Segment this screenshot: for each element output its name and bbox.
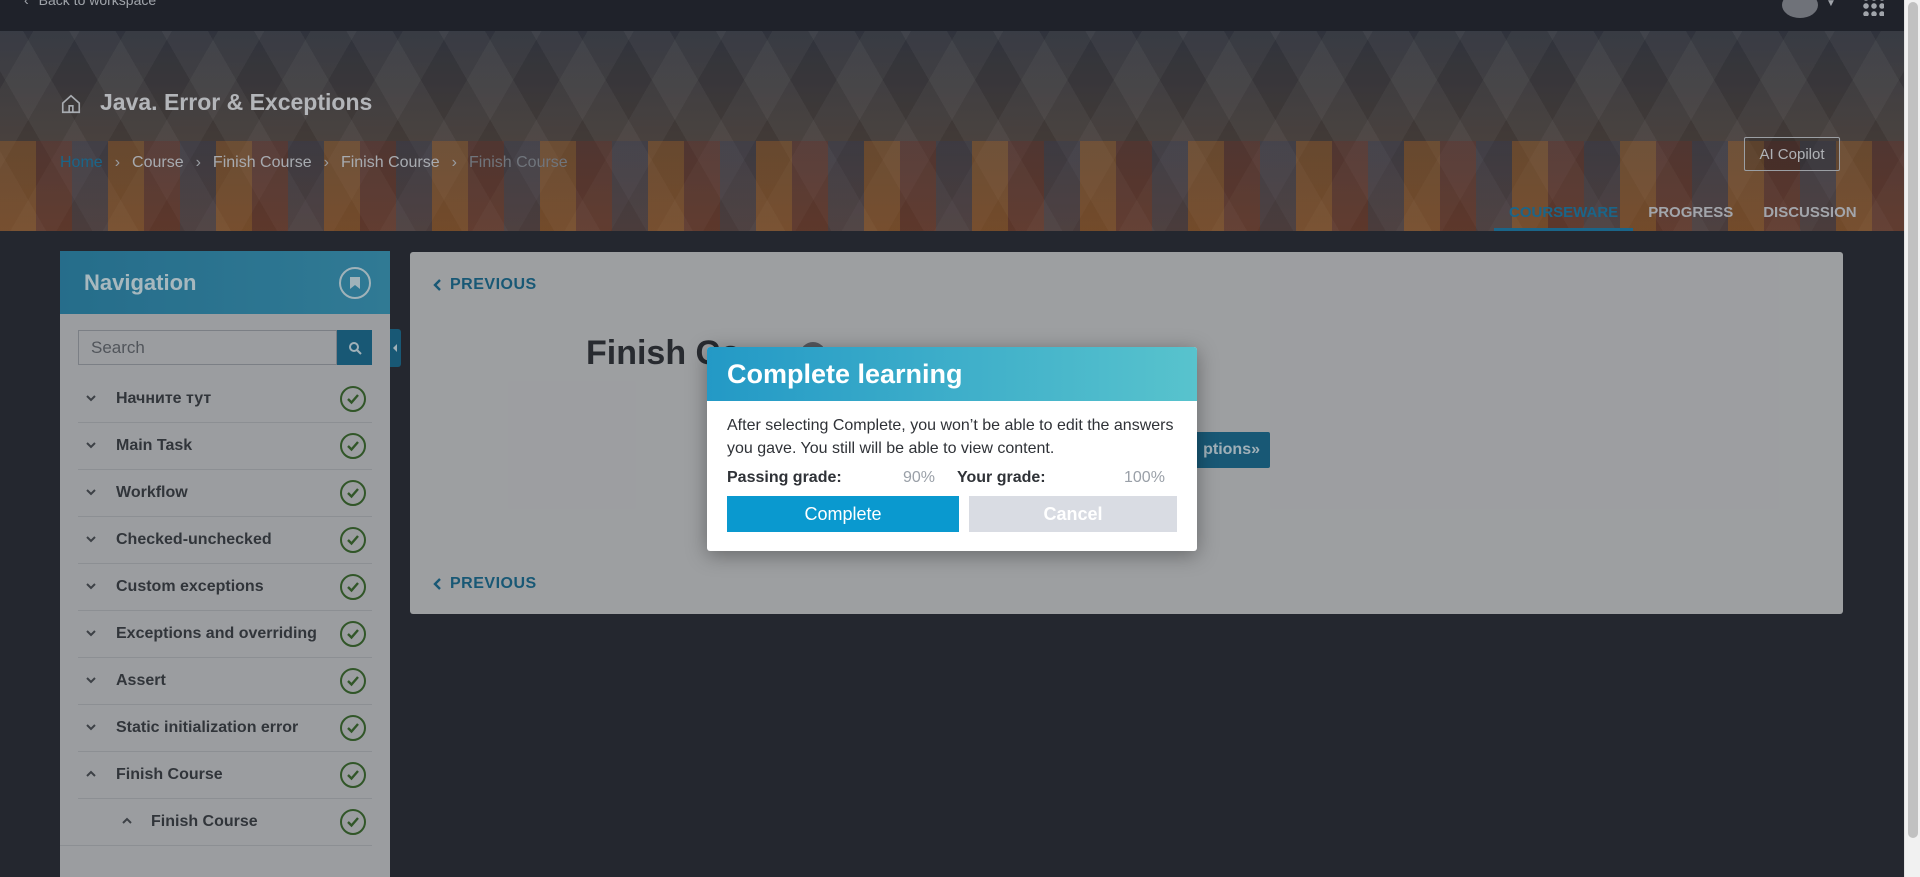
tab-courseware[interactable]: COURSEWARE [1494, 203, 1634, 231]
chevron-right-icon: › [114, 154, 121, 171]
check-circle-icon [340, 480, 366, 506]
breadcrumb-section[interactable]: Finish Course [213, 154, 312, 172]
chevron-right-icon: › [451, 154, 457, 171]
nav-item-label: Finish Course [116, 766, 223, 783]
caret-left-icon [393, 344, 397, 352]
check-circle-icon [340, 574, 366, 600]
nav-list: Начните тут Main Task Workflow Checked-u… [60, 376, 390, 846]
dialog-message: After selecting Complete, you won’t be a… [727, 417, 1174, 457]
breadcrumb-home-link[interactable]: Home [60, 154, 103, 172]
your-grade-label: Your grade: [957, 469, 1046, 486]
ai-copilot-button[interactable]: AI Copilot [1744, 137, 1840, 171]
bookmark-icon [350, 277, 360, 289]
sidebar-search [78, 330, 372, 365]
nav-item-label: Exceptions and overriding [116, 625, 317, 642]
passing-grade-value: 90% [903, 469, 936, 486]
chevron-down-icon[interactable]: ▼ [1826, 0, 1836, 9]
sidebar-title: Navigation [84, 270, 197, 295]
breadcrumb-current: Finish Course [468, 154, 568, 171]
chevron-up-icon[interactable] [84, 767, 98, 781]
avatar[interactable] [1782, 0, 1818, 18]
nav-item-label: Workflow [116, 484, 188, 501]
course-title: Java. Error & Exceptions [100, 89, 373, 115]
chevron-down-icon[interactable] [84, 532, 98, 546]
chevron-down-icon[interactable] [84, 579, 98, 593]
dialog-header: Complete learning [707, 347, 1197, 401]
previous-button-bottom[interactable]: PREVIOUS [432, 575, 537, 593]
dialog-title: Complete learning [727, 359, 963, 389]
nav-item-label: Начните тут [116, 390, 212, 407]
nav-item[interactable]: Checked-unchecked [78, 517, 372, 564]
previous-button-top[interactable]: PREVIOUS [432, 276, 537, 294]
passing-grade-label: Passing grade: [727, 469, 842, 486]
chevron-right-icon: › [323, 154, 329, 171]
nav-item[interactable]: Finish Course [78, 752, 372, 799]
check-circle-icon [340, 715, 366, 741]
previous-label: PREVIOUS [450, 276, 537, 293]
chevron-right-icon: › [195, 154, 201, 171]
chevron-down-icon[interactable] [84, 485, 98, 499]
chevron-down-icon[interactable] [84, 720, 98, 734]
nav-subitem[interactable]: Finish Course [60, 799, 372, 846]
search-input[interactable] [78, 330, 337, 365]
chevron-down-icon[interactable] [84, 626, 98, 640]
apps-grid-icon[interactable] [1862, 0, 1884, 16]
nav-item[interactable]: Custom exceptions [78, 564, 372, 611]
nav-item-label: Main Task [116, 437, 193, 454]
nav-item-label: Static initialization error [116, 719, 299, 736]
check-circle-icon [340, 762, 366, 788]
dialog-actions: Complete Cancel [727, 496, 1177, 532]
chevron-down-icon[interactable] [84, 673, 98, 687]
nav-item-label: Assert [116, 672, 166, 689]
nav-item[interactable]: Main Task [78, 423, 372, 470]
breadcrumb: Home › Course › Finish Course › Finish C… [60, 154, 568, 172]
your-grade-value: 100% [1124, 469, 1165, 486]
nav-item[interactable]: Assert [78, 658, 372, 705]
home-icon[interactable] [60, 93, 82, 115]
tab-progress[interactable]: PROGRESS [1633, 203, 1748, 231]
grades-row: Passing grade: 90% Your grade: 100% [727, 464, 1177, 492]
breadcrumb-course[interactable]: Course [132, 154, 184, 172]
chevron-left-icon [433, 578, 441, 590]
check-circle-icon [340, 433, 366, 459]
nav-item[interactable]: Начните тут [78, 376, 372, 423]
nav-item-label: Checked-unchecked [116, 531, 272, 548]
page-scrollbar[interactable] [1904, 0, 1920, 877]
search-button[interactable] [337, 330, 372, 365]
breadcrumb-subsection[interactable]: Finish Course [341, 154, 440, 172]
chevron-down-icon[interactable] [84, 438, 98, 452]
check-circle-icon [340, 621, 366, 647]
back-label: Back to workspace [38, 0, 157, 8]
cancel-button[interactable]: Cancel [969, 496, 1177, 532]
search-icon [348, 341, 362, 355]
check-circle-icon [340, 527, 366, 553]
previous-label: PREVIOUS [450, 575, 537, 592]
chevron-left-icon: ‹ [24, 0, 29, 8]
check-circle-icon [340, 386, 366, 412]
check-circle-icon [340, 668, 366, 694]
chevron-left-icon [433, 279, 441, 291]
dialog-body: After selecting Complete, you won’t be a… [707, 401, 1197, 492]
nav-item[interactable]: Workflow [78, 470, 372, 517]
navigation-sidebar: Navigation Начните тут Main Task Workflo… [60, 251, 390, 877]
course-tabs: COURSEWARE PROGRESS DISCUSSION [1494, 203, 1872, 231]
nav-item[interactable]: Static initialization error [78, 705, 372, 752]
nav-subitem-label: Finish Course [151, 813, 258, 830]
top-bar: ‹ Back to workspace ▼ [0, 0, 1904, 31]
tab-discussion[interactable]: DISCUSSION [1748, 203, 1871, 231]
chevron-up-icon[interactable] [120, 814, 134, 828]
sidebar-header: Navigation [60, 251, 390, 314]
course-hero-banner: Java. Error & Exceptions Home › Course ›… [0, 31, 1904, 231]
check-circle-icon [340, 809, 366, 835]
complete-button[interactable]: Complete [727, 496, 959, 532]
bookmark-button[interactable] [339, 267, 371, 299]
back-to-workspace-link[interactable]: ‹ Back to workspace [24, 0, 156, 8]
nav-item[interactable]: Exceptions and overriding [78, 611, 372, 658]
chevron-down-icon[interactable] [84, 391, 98, 405]
nav-item-label: Custom exceptions [116, 578, 264, 595]
sidebar-collapse-button[interactable] [390, 329, 401, 367]
complete-learning-dialog: Complete learning After selecting Comple… [707, 347, 1197, 551]
scrollbar-thumb[interactable] [1908, 2, 1918, 838]
